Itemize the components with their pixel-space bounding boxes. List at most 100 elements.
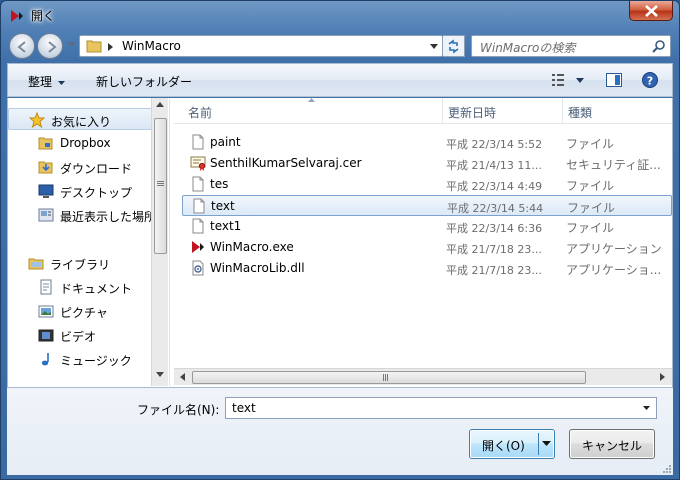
open-button-label: 開く(O)	[482, 439, 525, 453]
cancel-button[interactable]: キャンセル	[569, 429, 655, 459]
scroll-down-arrow-icon[interactable]	[156, 372, 164, 377]
nav-item-music[interactable]: ミュージック	[8, 348, 156, 370]
file-row[interactable]: WinMacroLib.dll 平成 21/7/18 23... アプリケーショ..…	[182, 258, 672, 279]
new-folder-button[interactable]: 新しいフォルダー	[96, 73, 192, 90]
file-name: WinMacroLib.dll	[210, 261, 305, 275]
column-divider[interactable]	[562, 98, 563, 124]
title-bar[interactable]: 開く	[1, 1, 679, 29]
nav-item-pictures[interactable]: ピクチャ	[8, 300, 156, 322]
nav-item-desktop[interactable]: デスクトップ	[8, 180, 156, 202]
search-icon[interactable]	[652, 40, 665, 53]
file-type: セキュリティ証...	[566, 158, 661, 172]
column-divider[interactable]	[442, 98, 443, 124]
recent-places-icon	[38, 208, 54, 222]
nav-label: 最近表示した場所	[60, 210, 156, 224]
nav-label: ビデオ	[60, 330, 97, 344]
organize-label: 整理	[28, 75, 53, 89]
file-type: ファイル	[566, 221, 615, 235]
blank-file-icon	[192, 176, 204, 192]
breadcrumb-arrow-icon[interactable]	[108, 43, 114, 51]
documents-icon	[40, 279, 52, 295]
file-row[interactable]: paint 平成 22/3/14 5:52 ファイル	[182, 132, 672, 153]
nav-item-favorites[interactable]: お気に入り	[8, 108, 156, 130]
videos-icon	[38, 329, 54, 342]
nav-item-libraries[interactable]: ライブラリ	[8, 252, 156, 274]
folder-icon	[86, 40, 102, 53]
column-type[interactable]: 種類	[568, 104, 592, 121]
pane-splitter[interactable]	[169, 98, 172, 386]
cancel-button-label: キャンセル	[581, 439, 642, 453]
command-bar: 整理 新しいフォルダー ?	[7, 63, 673, 97]
nav-label: ドキュメント	[60, 282, 133, 296]
nav-item-downloads[interactable]: ダウンロード	[8, 156, 156, 178]
file-date-modified: 平成 21/4/13 11...	[446, 159, 542, 172]
back-button[interactable]	[9, 33, 35, 59]
address-path[interactable]: WinMacro	[122, 39, 181, 53]
nav-pane-scroll-thumb[interactable]	[154, 118, 167, 254]
file-list-horizontal-scrollbar[interactable]	[174, 368, 672, 385]
libraries-icon	[28, 258, 44, 270]
file-row[interactable]: SenthilKumarSelvaraj.cer 平成 21/4/13 11...…	[182, 153, 672, 174]
file-name: paint	[210, 135, 241, 149]
sort-ascending-icon	[308, 98, 315, 102]
filename-input[interactable]: text	[232, 401, 256, 415]
file-name: tes	[210, 177, 229, 191]
app-icon	[192, 241, 204, 253]
scroll-grip-icon	[157, 181, 164, 186]
nav-item-recent-places[interactable]: 最近表示した場所	[8, 204, 156, 226]
file-date-modified: 平成 22/3/14 5:44	[447, 202, 544, 215]
view-options-icon[interactable]	[552, 73, 588, 87]
search-placeholder: WinMacroの検索	[480, 41, 576, 55]
file-name: text	[211, 199, 235, 213]
file-row[interactable]: text1 平成 22/3/14 6:36 ファイル	[182, 216, 672, 237]
horizontal-scroll-thumb[interactable]	[192, 371, 586, 384]
organize-menu[interactable]: 整理	[28, 73, 66, 90]
close-button[interactable]	[629, 1, 673, 21]
address-dropdown-icon[interactable]	[430, 44, 438, 49]
recent-pages-dropdown-icon[interactable]	[67, 42, 75, 48]
nav-item-videos[interactable]: ビデオ	[8, 324, 156, 346]
refresh-button[interactable]	[443, 35, 465, 57]
scroll-up-arrow-icon[interactable]	[156, 102, 164, 107]
nav-pane-scrollbar[interactable]	[151, 98, 168, 386]
open-dialog: 開く WinMacro WinMacroの検索 整理 新しいフォルダー ? お気…	[0, 0, 680, 480]
filename-combobox[interactable]: text	[225, 397, 657, 419]
navigation-bar: WinMacro WinMacroの検索	[7, 31, 673, 61]
file-row[interactable]: text 平成 22/3/14 5:44 ファイル	[182, 195, 672, 216]
music-icon	[41, 353, 49, 366]
filename-dropdown-icon[interactable]	[643, 406, 650, 410]
search-box[interactable]: WinMacroの検索	[471, 35, 671, 57]
scroll-right-arrow-icon[interactable]	[660, 373, 665, 381]
help-icon[interactable]: ?	[642, 72, 658, 88]
nav-label: デスクトップ	[60, 186, 133, 200]
desktop-icon	[38, 184, 54, 198]
blank-file-icon	[192, 218, 204, 234]
file-row[interactable]: WinMacro.exe 平成 21/7/18 23... アプリケーション	[182, 237, 672, 258]
nav-item-dropbox[interactable]: Dropbox	[8, 132, 156, 154]
forward-button[interactable]	[37, 33, 63, 59]
file-date-modified: 平成 21/7/18 23...	[446, 243, 542, 256]
dropbox-folder-icon	[38, 137, 53, 150]
column-date-modified[interactable]: 更新日時	[448, 104, 496, 121]
certificate-icon	[190, 156, 206, 171]
file-type: アプリケーション	[566, 242, 662, 256]
resize-grip-icon[interactable]	[661, 463, 671, 473]
forward-arrow-icon	[48, 41, 57, 53]
address-bar[interactable]: WinMacro	[79, 35, 443, 57]
file-list: 名前 更新日時 種類 paint 平成 22/3/14 5:52 ファイル Senth…	[174, 98, 672, 386]
refresh-icon	[448, 39, 459, 54]
downloads-folder-icon	[38, 161, 53, 174]
open-split-divider	[538, 433, 539, 455]
scroll-left-arrow-icon[interactable]	[180, 373, 185, 381]
blank-file-icon	[192, 134, 204, 150]
nav-item-documents[interactable]: ドキュメント	[8, 276, 156, 298]
file-row[interactable]: tes 平成 22/3/14 4:49 ファイル	[182, 174, 672, 195]
open-button[interactable]: 開く(O)	[469, 429, 555, 459]
column-name[interactable]: 名前	[188, 104, 212, 121]
back-arrow-icon	[17, 41, 26, 53]
nav-label: ピクチャ	[60, 306, 108, 320]
preview-pane-icon[interactable]	[606, 73, 622, 87]
open-options-dropdown-icon[interactable]	[542, 441, 551, 446]
file-type: ファイル	[566, 137, 615, 151]
file-date-modified: 平成 22/3/14 4:49	[446, 180, 543, 193]
